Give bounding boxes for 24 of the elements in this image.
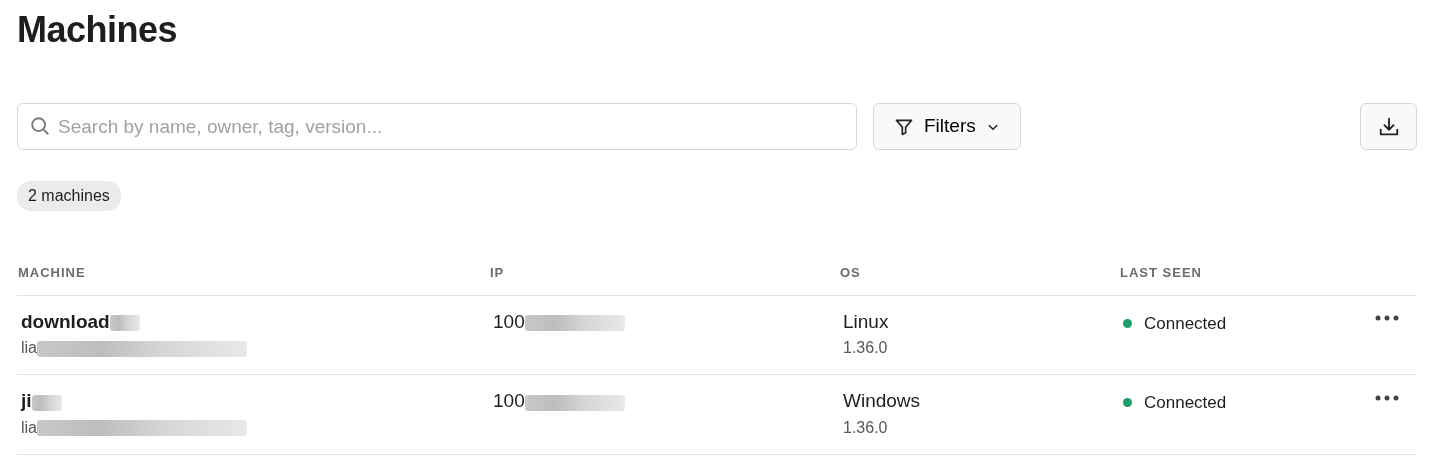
client-version: 1.36.0 — [843, 338, 889, 358]
column-header: IP — [490, 265, 505, 280]
column-header: LAST SEEN — [1120, 265, 1202, 280]
os-name: Windows — [843, 389, 922, 413]
more-icon — [1375, 394, 1399, 401]
ip-address: 100 — [493, 310, 525, 332]
column-header: MACHINE — [18, 265, 86, 280]
machine-name: ji — [21, 390, 32, 411]
search-field[interactable]: Search by name, owner, tag, version... — [17, 103, 857, 150]
client-version: 1.36.0 — [843, 417, 889, 438]
machine-count-badge: 2 machines — [17, 181, 121, 211]
column-header: OS — [840, 265, 861, 280]
ip-address: 100 — [493, 390, 525, 411]
machine-owner: lia — [21, 418, 37, 436]
os-name: Linux — [843, 309, 890, 334]
more-icon — [1375, 315, 1399, 322]
status-text: Connected — [1144, 392, 1227, 414]
status-text: Connected — [1144, 312, 1227, 335]
page-title: Machines — [17, 8, 179, 52]
download-button[interactable] — [1360, 103, 1417, 150]
filters-button[interactable]: Filters — [873, 103, 1021, 150]
machine-owner: lia — [21, 339, 37, 356]
download-icon — [1377, 115, 1400, 138]
machine-name: download — [21, 310, 110, 332]
